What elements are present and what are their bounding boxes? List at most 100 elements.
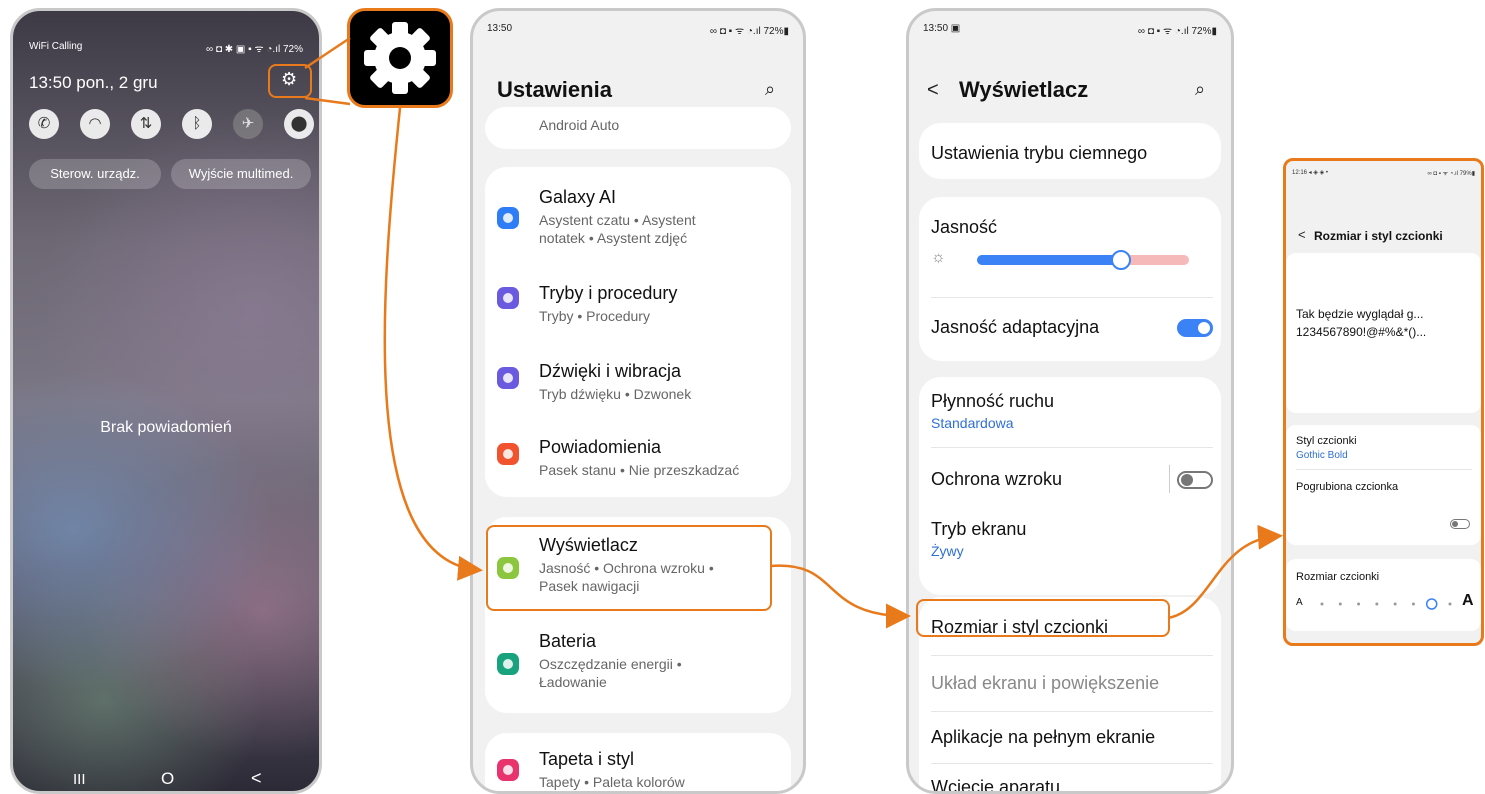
bluetooth-icon[interactable]: ᛒ bbox=[182, 109, 212, 139]
settings-group-3: Tapeta i styl Tapety • Paleta kolorów bbox=[485, 733, 791, 791]
font-settings-screen: 12:16 ◂ ◈ ◈ • ∞ ◘ ▪ ᯤ ◔.ıl 79%▮ < Rozmia… bbox=[1283, 158, 1484, 646]
font-size-tick bbox=[1448, 602, 1452, 606]
mobile-data-icon[interactable]: ⇅ bbox=[131, 109, 161, 139]
gear-icon bbox=[364, 22, 436, 94]
modes-routines-title[interactable]: Tryby i procedury bbox=[539, 283, 677, 304]
status-time: 12:16 ◂ ◈ ◈ • bbox=[1292, 170, 1329, 176]
status-bar: 13:50 ▣ ∞ ◘ ▪ ᯤ ◔.ıl 72%▮ bbox=[923, 23, 1217, 37]
font-size-tick bbox=[1375, 602, 1379, 606]
status-carrier: WiFi Calling bbox=[29, 41, 83, 52]
font-size-tick bbox=[1357, 602, 1361, 606]
brightness-card: Jasność ☼ Jasność adaptacyjna bbox=[919, 197, 1221, 361]
settings-group-1: Galaxy AI Asystent czatu • Asystent nota… bbox=[485, 167, 791, 497]
battery-sub2: Ładowanie bbox=[539, 674, 607, 690]
no-notifications-text: Brak powiadomień bbox=[100, 419, 232, 436]
back-arrow-icon[interactable]: < bbox=[1298, 227, 1306, 242]
wifi-icon[interactable]: ◠ bbox=[80, 109, 110, 139]
motion-value: Standardowa bbox=[931, 415, 1014, 431]
eye-comfort-toggle[interactable] bbox=[1177, 471, 1213, 489]
style-card: Styl czcionki Gothic Bold Pogrubiona czc… bbox=[1286, 425, 1481, 545]
notifications-icon bbox=[497, 443, 519, 465]
font-size-slider[interactable] bbox=[1316, 594, 1456, 614]
divider bbox=[931, 711, 1213, 712]
preview-text-1: Tak będzie wyglądał g... bbox=[1296, 307, 1424, 321]
sounds-icon bbox=[497, 367, 519, 389]
display-highlight[interactable] bbox=[486, 525, 772, 611]
home-button[interactable]: O bbox=[161, 769, 174, 789]
battery-sub: Oszczędzanie energii • bbox=[539, 656, 682, 672]
font-style-value: Gothic Bold bbox=[1296, 450, 1348, 461]
big-a-label: A bbox=[1462, 592, 1474, 609]
settings-gear-highlight[interactable]: ⚙ bbox=[268, 64, 312, 98]
gear-callout bbox=[347, 8, 453, 108]
preview-card: Tak będzie wyglądał g... 1234567890!@#%&… bbox=[1286, 253, 1481, 413]
settings-screen: 13:50 ∞ ◘ ▪ ᯤ ◔.ıl 72%▮ Ustawienia ⌕ And… bbox=[470, 8, 806, 794]
galaxy-ai-sub: Asystent czatu • Asystent bbox=[539, 212, 696, 228]
brightness-fill bbox=[977, 255, 1122, 265]
small-gear-icon: ⚙ bbox=[281, 69, 298, 89]
wallpaper-icon bbox=[497, 759, 519, 781]
brightness-thumb[interactable] bbox=[1111, 250, 1132, 270]
divider bbox=[931, 655, 1213, 656]
modes-routines-icon bbox=[497, 287, 519, 309]
wifi-calling-icon[interactable]: ✆ bbox=[29, 109, 59, 139]
font-size-tick bbox=[1338, 602, 1342, 606]
bold-font-toggle[interactable] bbox=[1450, 519, 1470, 529]
modes-routines-sub: Tryby • Procedury bbox=[539, 308, 650, 324]
divider bbox=[931, 763, 1213, 764]
font-size-tick bbox=[1320, 602, 1324, 606]
font-style-label[interactable]: Styl czcionki bbox=[1296, 435, 1357, 447]
font-size-tick bbox=[1393, 602, 1397, 606]
toggle-knob bbox=[1198, 322, 1210, 334]
toggle-knob bbox=[1181, 474, 1193, 486]
camera-cutout-item[interactable]: Wcięcie aparatu bbox=[931, 777, 1060, 791]
adaptive-brightness-label: Jasność adaptacyjna bbox=[931, 317, 1100, 337]
brightness-label: Jasność bbox=[931, 217, 998, 237]
page-title: Wyświetlacz bbox=[959, 77, 1089, 102]
android-auto-card[interactable]: Android Auto bbox=[485, 107, 791, 149]
status-icons: ∞ ◘ ▪ ᯤ ◔.ıl 72%▮ bbox=[709, 26, 789, 37]
adaptive-brightness-toggle[interactable] bbox=[1177, 319, 1213, 337]
page-title: Rozmiar i styl czcionki bbox=[1314, 229, 1443, 243]
screen-layout-item[interactable]: Układ ekranu i powiększenie bbox=[931, 673, 1159, 694]
location-icon[interactable]: ⬤ bbox=[284, 109, 314, 139]
search-icon[interactable]: ⌕ bbox=[765, 79, 775, 100]
device-control-button[interactable]: Sterow. urządz. bbox=[29, 159, 161, 189]
date-time: 13:50 pon., 2 gru bbox=[29, 73, 158, 92]
small-a-label: A bbox=[1296, 597, 1303, 608]
media-output-button[interactable]: Wyjście multimed. bbox=[171, 159, 311, 189]
search-icon[interactable]: ⌕ bbox=[1195, 79, 1205, 100]
font-size-label: Rozmiar czcionki bbox=[1296, 571, 1380, 583]
eye-comfort-label[interactable]: Ochrona wzroku bbox=[931, 469, 1062, 490]
android-auto-label: Android Auto bbox=[539, 117, 620, 133]
notifications-sub: Pasek stanu • Nie przeszkadzać bbox=[539, 462, 740, 478]
brightness-slider[interactable] bbox=[977, 250, 1189, 270]
font-size-thumb[interactable] bbox=[1425, 598, 1438, 610]
page-title: Ustawienia bbox=[497, 77, 612, 102]
galaxy-ai-icon bbox=[497, 207, 519, 229]
divider bbox=[1296, 469, 1472, 470]
notifications-title[interactable]: Powiadomienia bbox=[539, 437, 661, 458]
back-button[interactable]: < bbox=[251, 768, 262, 789]
motion-label[interactable]: Płynność ruchu bbox=[931, 391, 1054, 412]
recent-apps-button[interactable]: III bbox=[73, 771, 86, 788]
fullscreen-apps-item[interactable]: Aplikacje na pełnym ekranie bbox=[931, 727, 1155, 748]
wallpaper-title[interactable]: Tapeta i styl bbox=[539, 749, 634, 770]
dark-mode-label: Ustawienia trybu ciemnego bbox=[931, 143, 1148, 163]
font-size-highlight[interactable] bbox=[916, 599, 1170, 637]
status-time: 13:50 bbox=[487, 23, 513, 34]
sounds-title[interactable]: Dźwięki i wibracja bbox=[539, 361, 681, 382]
divider bbox=[931, 447, 1213, 448]
notification-shade-screen: WiFi Calling ∞ ◘ ✱ ▣ ▪ ᯤ ◔.ıl 72% 13:50 … bbox=[10, 8, 322, 794]
motion-card: Płynność ruchu Standardowa Ochrona wzrok… bbox=[919, 377, 1221, 595]
sun-icon: ☼ bbox=[931, 249, 946, 266]
screen-mode-label[interactable]: Tryb ekranu bbox=[931, 519, 1026, 540]
battery-title[interactable]: Bateria bbox=[539, 631, 596, 652]
dark-mode-card[interactable]: Ustawienia trybu ciemnego bbox=[919, 123, 1221, 179]
airplane-mode-icon[interactable]: ✈ bbox=[233, 109, 263, 139]
status-bar: 13:50 ∞ ◘ ▪ ᯤ ◔.ıl 72%▮ bbox=[487, 23, 789, 37]
sounds-sub: Tryb dźwięku • Dzwonek bbox=[539, 386, 692, 402]
galaxy-ai-title[interactable]: Galaxy AI bbox=[539, 187, 616, 208]
preview-text-2: 1234567890!@#%&*()... bbox=[1296, 325, 1427, 339]
back-arrow-icon[interactable]: < bbox=[927, 79, 939, 102]
